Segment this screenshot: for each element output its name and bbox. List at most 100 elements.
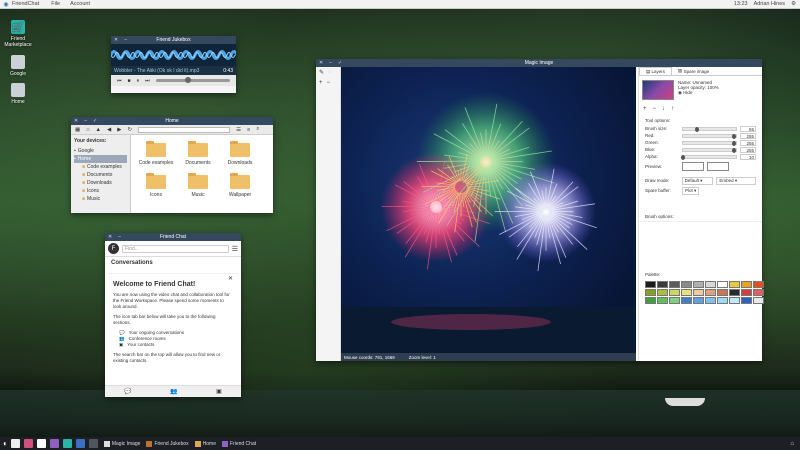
pause-icon[interactable]: ⏸ [137,78,140,84]
desktop-icon-marketplace[interactable]: 🛒 Friend Marketplace [1,20,35,48]
palette-swatch[interactable] [705,289,716,296]
option-slider[interactable] [682,133,737,139]
home-titlebar[interactable]: ✕ – ✓ Home [71,117,273,125]
up-icon[interactable]: ▲ [96,127,101,133]
task-magic-image[interactable]: Magic Image [103,440,140,447]
draw-mode-select-2[interactable]: Embed ▾ [716,176,756,185]
minimize-icon[interactable]: – [118,234,121,240]
tab-spare-image[interactable]: ▨ Spare image [672,67,715,75]
grid-view-icon[interactable]: ▦ [75,127,80,133]
option-value-field[interactable]: 255 [740,139,756,146]
friend-logo-icon[interactable]: ◉ [2,0,10,8]
folder-code-examples[interactable]: Code examples [135,141,177,173]
palette-swatch[interactable] [693,281,704,288]
launcher-icon[interactable] [36,439,46,448]
palette-swatch[interactable] [705,281,716,288]
palette-swatch[interactable] [657,281,668,288]
palette-swatch[interactable] [681,281,692,288]
palette-swatch[interactable] [681,289,692,296]
palette-swatch[interactable] [669,289,680,296]
jukebox-titlebar[interactable]: ✕ – Friend Jukebox [111,36,236,44]
folder-documents[interactable]: Documents [177,141,219,173]
palette-swatch[interactable] [657,297,668,304]
launcher-icon[interactable] [10,439,20,448]
launcher-icon[interactable] [23,439,33,448]
layer-item[interactable]: Name: Unnamed Layer opacity: 100% ◉ Hide [639,76,762,104]
close-icon[interactable]: ✕ [108,234,112,240]
maximize-icon[interactable]: ✓ [338,60,342,66]
slider-knob[interactable] [732,147,736,153]
image-canvas[interactable] [341,67,636,353]
palette-swatch[interactable] [741,289,752,296]
palette-swatch[interactable] [729,281,740,288]
task-friend-chat[interactable]: Friend Chat [222,440,256,447]
menu-file[interactable]: File [51,1,60,7]
sidebar-item-google[interactable]: ▪ Google [74,147,127,155]
folder-music[interactable]: Music [177,173,219,205]
add-icon[interactable]: + [643,106,647,112]
folder-wallpaper[interactable]: Wallpaper [219,173,261,205]
settings-icon[interactable]: ⚙ [791,1,796,7]
palette-swatch[interactable] [729,289,740,296]
palette-swatch[interactable] [717,289,728,296]
option-slider[interactable] [682,147,737,153]
stop-icon[interactable]: ■ [128,78,131,84]
sidebar-item-home[interactable]: ▪ Home [74,155,127,163]
option-value-field[interactable]: 55 [740,125,756,132]
option-slider[interactable] [681,154,737,160]
minimize-icon[interactable]: – [329,60,332,66]
option-slider[interactable] [682,140,737,146]
move-down-icon[interactable]: ↓ [662,106,665,112]
palette-swatch[interactable] [717,297,728,304]
zoom-out-icon[interactable]: − [327,80,331,86]
spare-buffer-select[interactable]: Plot ▾ [682,186,700,195]
list-view-icon[interactable]: ☰ [236,127,241,133]
user-name[interactable]: Adrian Hines [754,1,786,7]
remove-icon[interactable]: − [653,106,657,112]
magic-image-titlebar[interactable]: ✕ – ✓ Magic Image [316,59,762,67]
contacts-icon[interactable]: ▣ [216,388,222,395]
sidebar-item-downloads[interactable]: ■ Downloads [74,179,127,187]
palette-swatch[interactable] [693,289,704,296]
launcher-icon[interactable] [88,439,98,448]
network-icon[interactable]: ⌂ [790,441,794,447]
option-slider[interactable] [682,126,737,132]
tab-layers[interactable]: ▤ Layers [639,67,673,75]
next-icon[interactable]: ⏭ [145,78,150,84]
avatar[interactable]: F [108,243,119,254]
search-input[interactable]: Find... [122,244,229,253]
seek-knob[interactable] [185,77,192,83]
home-icon[interactable]: ⌂ [86,127,89,133]
sidebar-item-code[interactable]: ■ Code examples [74,163,127,171]
prev-icon[interactable]: ⏮ [117,78,122,84]
sidebar-item-icons[interactable]: ■ Icons [74,187,127,195]
palette-swatch[interactable] [669,281,680,288]
option-value-field[interactable]: 10 [740,153,756,160]
palette-swatch[interactable] [705,297,716,304]
launcher-icon[interactable] [49,439,59,448]
desktop-icon-home[interactable]: Home [1,83,35,105]
chat-titlebar[interactable]: ✕ – Friend Chat [105,233,241,241]
palette-swatch[interactable] [753,289,764,296]
folder-downloads[interactable]: Downloads [219,141,261,173]
palette-swatch[interactable] [645,289,656,296]
slider-knob[interactable] [694,126,699,132]
palette-swatch[interactable] [753,281,764,288]
task-jukebox[interactable]: Friend Jukebox [146,440,189,447]
minimize-icon[interactable]: – [84,118,87,124]
slider-knob[interactable] [732,133,736,139]
draw-mode-select[interactable]: Default ▾ [681,176,714,185]
palette-swatch[interactable] [657,289,668,296]
slider-knob[interactable] [732,140,736,146]
palette-swatch[interactable] [753,297,764,304]
task-home[interactable]: Home [194,440,216,447]
desktop-icon-google[interactable]: Google [1,55,35,77]
path-field[interactable] [138,126,231,133]
palette-swatch[interactable] [741,281,752,288]
chat-bubble-icon[interactable]: 💬 [124,388,131,395]
group-icon[interactable]: 👥 [170,388,177,395]
zoom-in-icon[interactable]: + [319,80,323,86]
close-icon[interactable]: ✕ [319,60,323,66]
palette-swatch[interactable] [741,297,752,304]
sort-icon[interactable]: ≡ [247,127,250,133]
